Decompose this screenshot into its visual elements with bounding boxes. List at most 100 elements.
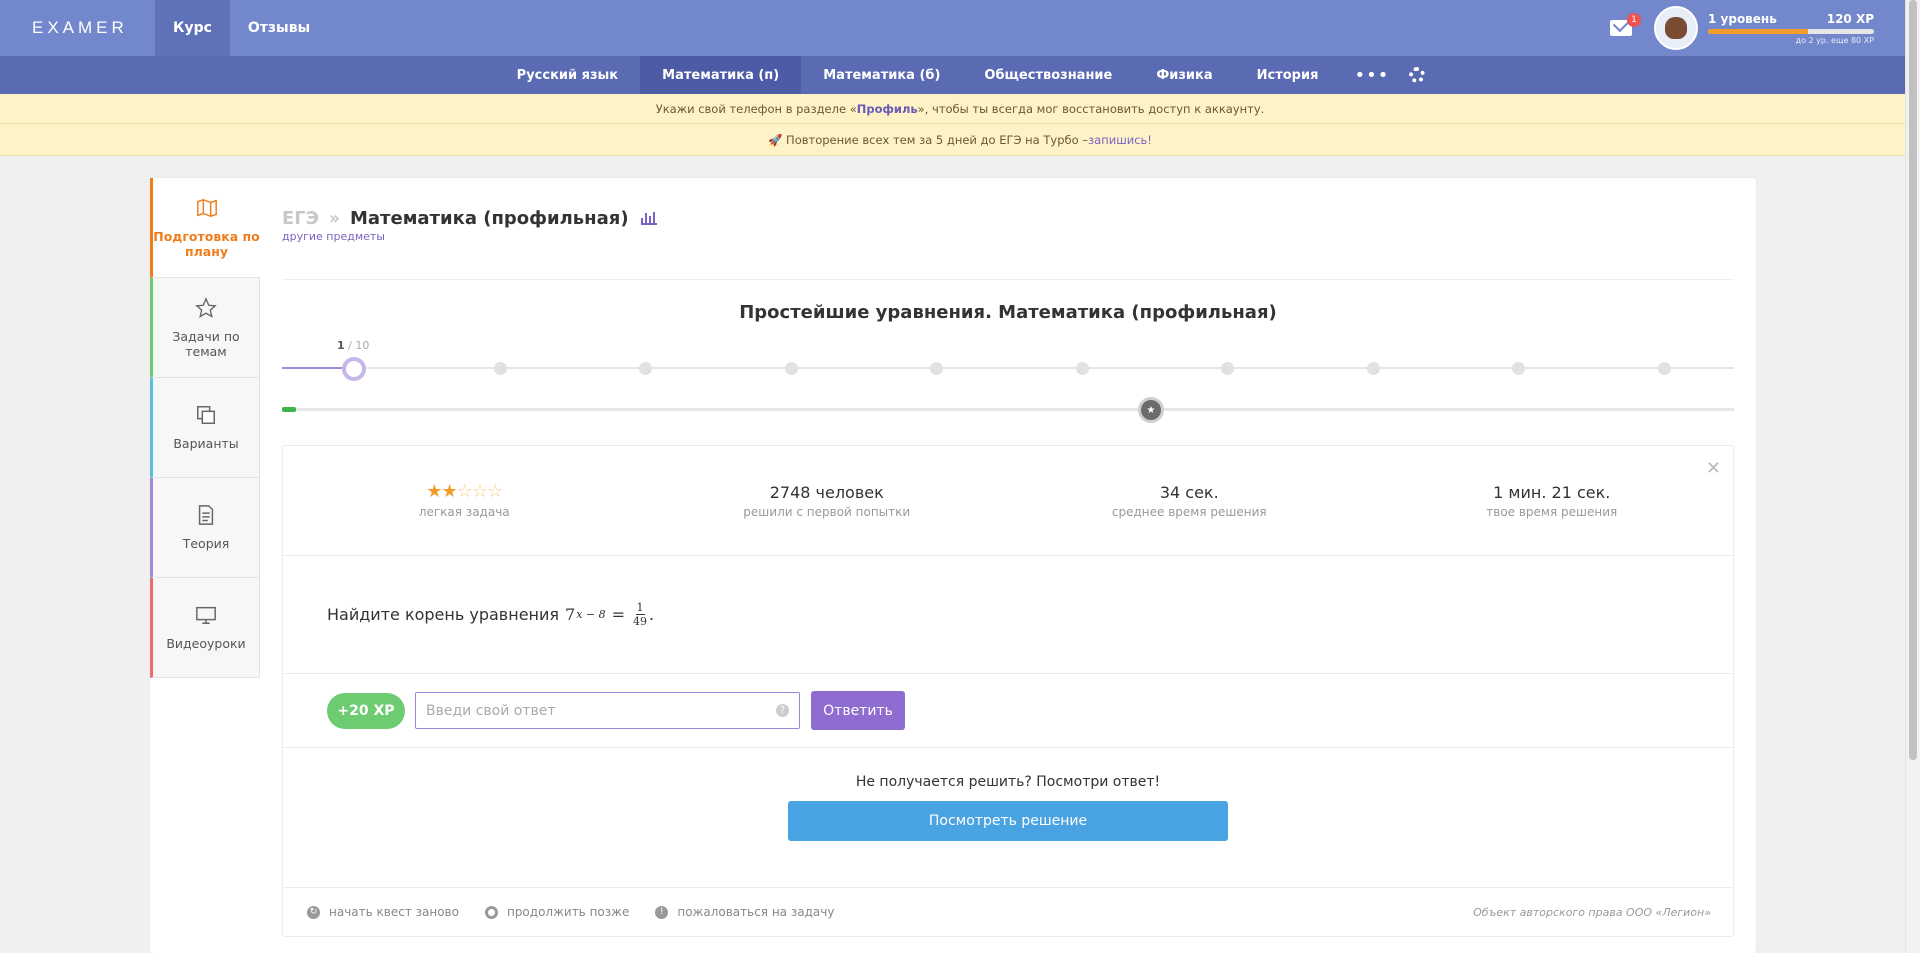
- restart-label: начать квест заново: [329, 905, 459, 919]
- avg-time-value: 34 сек.: [1159, 482, 1219, 502]
- question-formula: 7x − 8 = 1 49.: [565, 601, 654, 628]
- question-text: Найдите корень уравнения: [327, 605, 560, 624]
- page-title: Математика (профильная): [350, 208, 629, 229]
- step-counter: 1 / 10: [337, 339, 369, 352]
- step-dot[interactable]: [639, 362, 652, 375]
- pause-icon: [484, 905, 498, 919]
- star-empty-icon: ☆: [456, 481, 473, 502]
- logo[interactable]: EXAMER: [0, 18, 155, 38]
- level-label: 1 уровень: [1708, 11, 1777, 26]
- sidebar-item-label: Видеоуроки: [166, 636, 246, 651]
- sidebar-item-label: Варианты: [173, 436, 239, 451]
- copy-icon: [197, 406, 215, 424]
- step-dot[interactable]: [1221, 362, 1234, 375]
- report-task-link[interactable]: ! пожаловаться на задачу: [655, 905, 834, 919]
- progress-fill: [282, 407, 296, 412]
- sidebar-item-variants[interactable]: Варианты: [150, 378, 260, 478]
- difficulty-stars: ★★☆☆☆: [426, 481, 503, 502]
- step-dot[interactable]: [1657, 362, 1671, 375]
- avatar[interactable]: [1654, 6, 1698, 50]
- profile-link[interactable]: Профиль: [857, 102, 918, 116]
- help-text: Не получается решить? Посмотри ответ!: [855, 774, 1161, 790]
- step-dot[interactable]: [1366, 362, 1380, 375]
- star-empty-icon: ☆: [486, 481, 503, 502]
- sidebar-item-plan[interactable]: Подготовка по плану: [150, 178, 260, 278]
- nav-course[interactable]: Курс: [155, 0, 230, 56]
- step-total: / 10: [348, 339, 370, 352]
- difficulty-stat: ★★☆☆☆ легкая задача: [283, 446, 646, 555]
- nav-reviews[interactable]: Отзывы: [230, 0, 328, 56]
- formula-equals: =: [611, 605, 626, 624]
- sidebar-item-videos[interactable]: Видеоуроки: [150, 578, 260, 678]
- phone-notice-pre: Укажи свой телефон в разделе «: [655, 101, 857, 116]
- question: Найдите корень уравнения 7x − 8 = 1 49.: [283, 556, 1733, 674]
- step-dot[interactable]: [493, 362, 507, 375]
- other-subjects-link[interactable]: другие предметы: [282, 230, 1734, 243]
- solution-help: Не получается решить? Посмотри ответ! По…: [283, 748, 1733, 888]
- subject-tab-social[interactable]: Обществознание: [962, 56, 1134, 94]
- quest-progress: ★: [282, 395, 1734, 425]
- help-icon[interactable]: ?: [776, 704, 789, 717]
- sidebar-item-theory[interactable]: Теория: [150, 478, 260, 578]
- level-note: до 2 ур. еще 80 XP: [1795, 35, 1874, 45]
- progress-track: [282, 408, 1734, 411]
- level-progress-fill: [1708, 28, 1808, 34]
- submit-button[interactable]: Ответить: [811, 691, 905, 730]
- stats-chart-icon[interactable]: [640, 212, 657, 225]
- step-dot[interactable]: [784, 362, 798, 375]
- subject-tab-math-profile[interactable]: Математика (п): [640, 56, 802, 94]
- gear-icon[interactable]: [1409, 67, 1426, 83]
- step-dot[interactable]: [930, 362, 943, 375]
- mail-button[interactable]: 1: [1610, 13, 1641, 36]
- solved-stat: 2748 человек решили с первой попытки: [646, 446, 1009, 555]
- solved-label: решили с первой попытки: [743, 504, 911, 519]
- step-dot[interactable]: [1075, 362, 1089, 375]
- dog-avatar-icon: [1665, 17, 1687, 39]
- star-filled-icon: ★: [441, 481, 458, 502]
- continue-later-link[interactable]: продолжить позже: [484, 905, 629, 919]
- restart-quest-link[interactable]: ↻ начать квест заново: [307, 905, 459, 919]
- turbo-signup-link[interactable]: запишись!: [1088, 133, 1152, 147]
- quest-steps: 1 / 10: [282, 333, 1734, 393]
- star-icon: [195, 296, 217, 318]
- subject-tab-russian[interactable]: Русский язык: [495, 56, 640, 94]
- avg-time-label: среднее время решения: [1111, 504, 1267, 519]
- formula-end: .: [649, 605, 655, 624]
- map-icon: [196, 198, 217, 217]
- formula-fraction: 1 49: [633, 601, 647, 628]
- sidebar-item-label: Теория: [182, 536, 230, 551]
- content: ЕГЭ » Математика (профильная) другие пре…: [282, 178, 1734, 937]
- answer-row: +20 XP Введи свой ответ ? Ответить: [283, 674, 1733, 748]
- sidebar: Подготовка по плану Задачи по темам Вари…: [150, 178, 260, 678]
- turbo-notice: 🚀 Повторение всех тем за 5 дней до ЕГЭ н…: [0, 124, 1920, 156]
- phone-notice: Укажи свой телефон в разделе «Профиль», …: [0, 94, 1920, 124]
- scrollbar[interactable]: [1905, 0, 1920, 953]
- goal-star-icon: ★: [1138, 397, 1164, 423]
- current-step-dot[interactable]: [342, 357, 366, 381]
- close-icon[interactable]: ✕: [1706, 458, 1721, 479]
- more-subjects-icon[interactable]: •••: [1340, 65, 1403, 86]
- view-solution-button[interactable]: Посмотреть решение: [788, 801, 1228, 841]
- avg-time-stat: 34 сек. среднее время решения: [1008, 446, 1371, 555]
- sidebar-item-topics[interactable]: Задачи по темам: [150, 278, 260, 378]
- subject-tab-math-basic[interactable]: Математика (б): [801, 56, 962, 94]
- star-filled-icon: ★: [426, 481, 442, 502]
- document-icon: [198, 505, 214, 525]
- main-nav: Курс Отзывы: [155, 0, 328, 56]
- task-card: ✕ ★★☆☆☆ легкая задача 2748 человек решил…: [282, 445, 1734, 937]
- xp-label: 120 XP: [1826, 11, 1874, 26]
- your-time-label: твое время решения: [1486, 504, 1618, 519]
- breadcrumb-ege[interactable]: ЕГЭ: [282, 208, 319, 229]
- subject-tab-physics[interactable]: Физика: [1134, 56, 1234, 94]
- xp-reward-badge: +20 XP: [327, 692, 405, 729]
- restart-icon: ↻: [307, 905, 320, 919]
- scrollbar-thumb[interactable]: [1909, 0, 1917, 760]
- star-empty-icon: ☆: [471, 481, 488, 502]
- step-current: 1: [337, 339, 345, 352]
- step-dot[interactable]: [1512, 362, 1525, 375]
- mail-count-badge: 1: [1627, 13, 1641, 27]
- subject-tab-history[interactable]: История: [1235, 56, 1341, 94]
- sidebar-item-label: Задачи по темам: [172, 328, 240, 359]
- level-widget[interactable]: 1 уровень 120 XP до 2 ур. еще 80 XP: [1708, 12, 1874, 45]
- answer-input[interactable]: Введи свой ответ ?: [415, 692, 800, 729]
